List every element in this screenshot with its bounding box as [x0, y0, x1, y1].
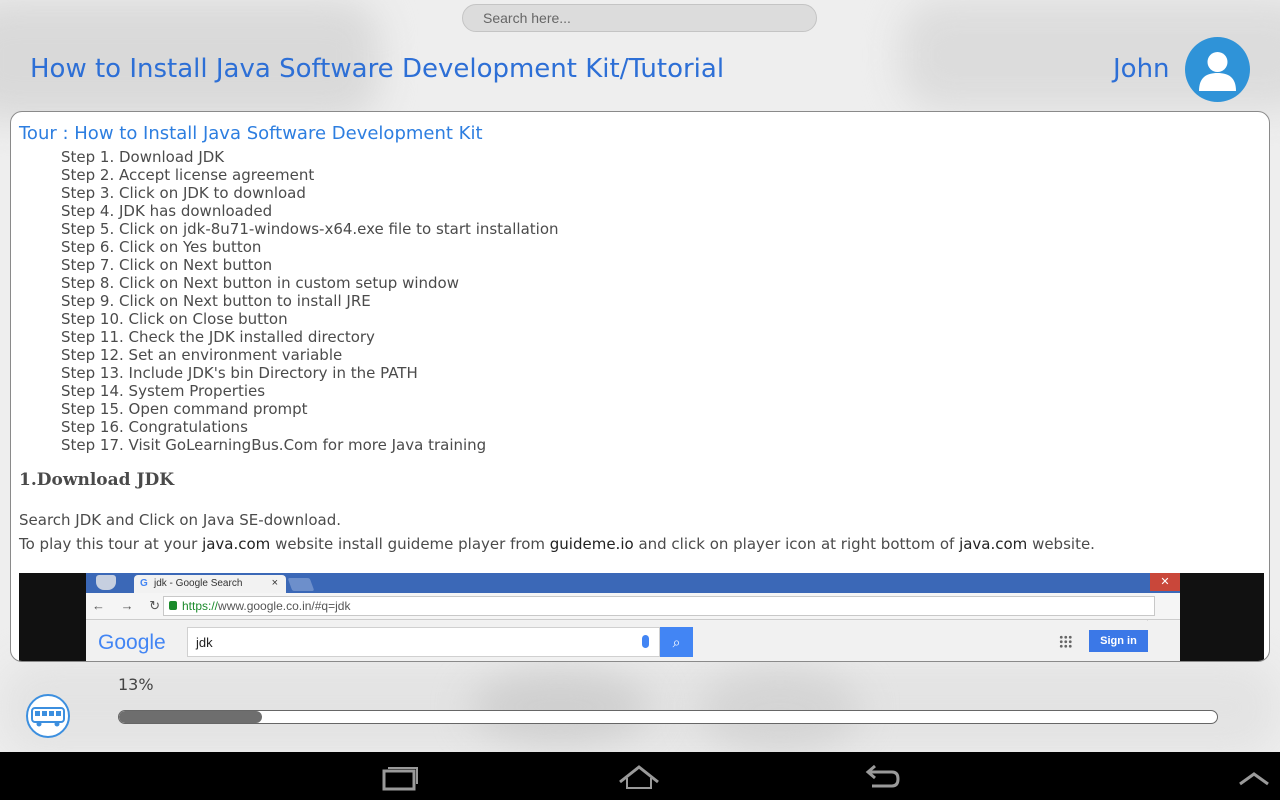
search-icon: ⌕ [660, 627, 693, 657]
step-item[interactable]: Step 3. Click on JDK to download [61, 184, 559, 202]
address-bar: ← → ↻ https://www.google.co.in/#q=jdk ☆ … [86, 593, 1180, 635]
back-icon [865, 764, 900, 788]
instruction-text: Search JDK and Click on Java SE-download… [19, 511, 341, 529]
recent-apps-icon [382, 767, 418, 791]
url-field: https://www.google.co.in/#q=jdk [163, 596, 1155, 616]
instruction-text: To play this tour at your java.com websi… [19, 535, 1095, 553]
back-button[interactable] [858, 762, 906, 792]
browser-tab-bar: G jdk - Google Search × ✕ [86, 573, 1180, 593]
text-segment: To play this tour at your [19, 535, 203, 553]
step-item[interactable]: Step 14. System Properties [61, 382, 559, 400]
google-query: jdk [196, 635, 213, 650]
bus-icon [31, 707, 65, 727]
window-close-icon: ✕ [1150, 573, 1180, 591]
step-item[interactable]: Step 10. Click on Close button [61, 310, 559, 328]
browser-tab: G jdk - Google Search × [134, 575, 286, 593]
google-favicon-icon: G [140, 578, 148, 589]
expand-button[interactable] [1232, 762, 1280, 792]
search-input[interactable] [462, 4, 817, 32]
text-segment: website install guideme player from [270, 535, 550, 553]
home-icon [619, 765, 659, 789]
step-item[interactable]: Step 1. Download JDK [61, 148, 559, 166]
step-item[interactable]: Step 15. Open command prompt [61, 400, 559, 418]
incognito-icon [96, 575, 116, 590]
steps-list: Step 1. Download JDK Step 2. Accept lice… [61, 148, 559, 454]
step-item[interactable]: Step 7. Click on Next button [61, 256, 559, 274]
step-item[interactable]: Step 11. Check the JDK installed directo… [61, 328, 559, 346]
google-page: Google jdk ⌕ Sign in [86, 621, 1180, 661]
tab-close-icon: × [271, 577, 278, 589]
recent-apps-button[interactable] [376, 762, 424, 792]
text-segment: and click on player icon at right bottom… [633, 535, 960, 553]
progress-fill [119, 711, 262, 723]
section-heading: 1.Download JDK [19, 470, 175, 490]
step-item[interactable]: Step 6. Click on Yes button [61, 238, 559, 256]
chevron-up-icon [1239, 772, 1269, 786]
step-item[interactable]: Step 9. Click on Next button to install … [61, 292, 559, 310]
url-secure: https:// [182, 599, 219, 613]
avatar[interactable] [1185, 37, 1250, 102]
sign-in-button: Sign in [1089, 630, 1148, 652]
step-item[interactable]: Step 2. Accept license agreement [61, 166, 559, 184]
guideme-link[interactable]: guideme.io [550, 535, 634, 553]
google-logo: Google [98, 631, 166, 655]
progress-bar[interactable] [118, 710, 1218, 724]
step-item[interactable]: Step 8. Click on Next button in custom s… [61, 274, 559, 292]
logo-text: Google [98, 631, 166, 654]
microphone-icon [642, 635, 649, 648]
home-button[interactable] [615, 762, 663, 792]
step-item[interactable]: Step 16. Congratulations [61, 418, 559, 436]
step-item[interactable]: Step 13. Include JDK's bin Directory in … [61, 364, 559, 382]
new-tab-icon [287, 578, 315, 591]
step-item[interactable]: Step 4. JDK has downloaded [61, 202, 559, 220]
background-blur [470, 672, 650, 742]
tab-title: jdk - Google Search [154, 578, 243, 589]
java-com-link[interactable]: java.com [959, 535, 1027, 553]
page-title: How to Install Java Software Development… [30, 54, 725, 84]
java-com-link[interactable]: java.com [202, 535, 270, 553]
browser-window: G jdk - Google Search × ✕ ← → ↻ https://… [86, 573, 1180, 661]
progress-label: 13% [118, 675, 154, 694]
step-item[interactable]: Step 5. Click on jdk-8u71-windows-x64.ex… [61, 220, 559, 238]
user-name[interactable]: John [1113, 54, 1170, 84]
step-item[interactable]: Step 17. Visit GoLearningBus.Com for mor… [61, 436, 559, 454]
user-icon [1199, 52, 1236, 91]
system-nav-bar [0, 752, 1280, 800]
step-item[interactable]: Step 12. Set an environment variable [61, 346, 559, 364]
content-panel: Tour : How to Install Java Software Deve… [10, 111, 1270, 662]
url-rest: www.google.co.in/#q=jdk [218, 599, 351, 613]
apps-grid-icon [1059, 635, 1072, 648]
browser-nav-icons: ← → ↻ [92, 598, 167, 613]
bus-button[interactable] [26, 694, 70, 738]
text-segment: website. [1027, 535, 1095, 553]
tour-title: Tour : How to Install Java Software Deve… [19, 123, 483, 144]
tutorial-screenshot: G jdk - Google Search × ✕ ← → ↻ https://… [19, 573, 1264, 661]
lock-icon [169, 601, 177, 610]
google-search-box: jdk [187, 627, 660, 657]
